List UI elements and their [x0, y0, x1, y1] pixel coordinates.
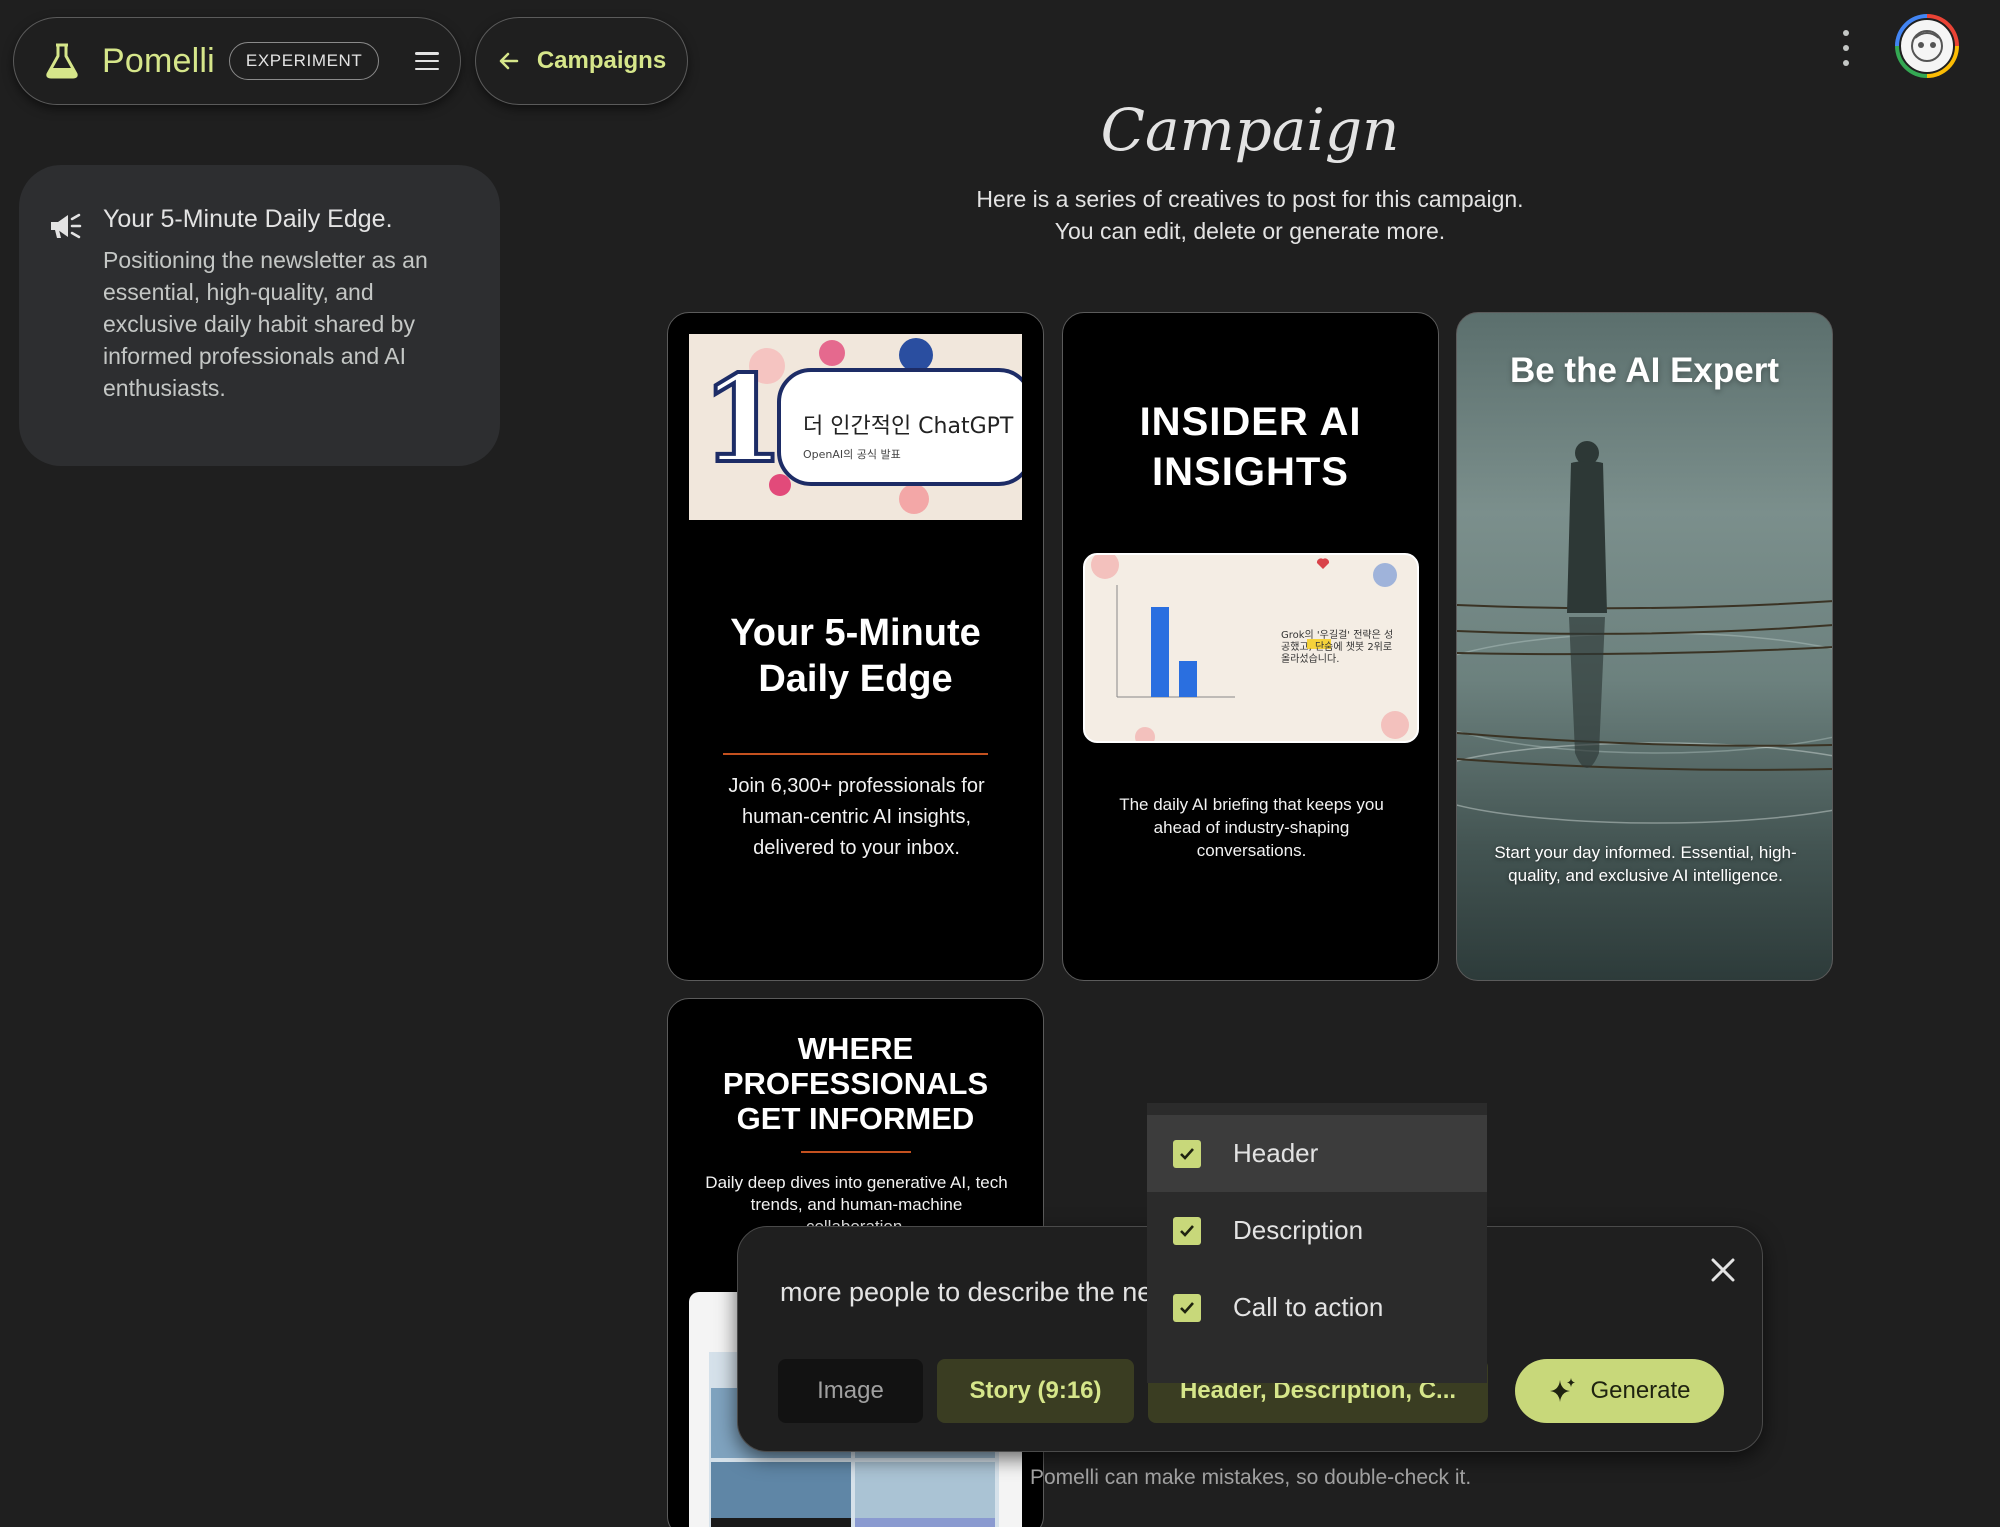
generate-button[interactable]: Generate [1515, 1359, 1724, 1423]
flask-icon [46, 43, 78, 79]
dropdown-label: Call to action [1233, 1292, 1384, 1322]
campaign-theme-card: Your 5-Minute Daily Edge. Positioning th… [19, 165, 500, 466]
thumbnail-subtitle: OpenAI의 공식 발표 [803, 448, 901, 461]
dropdown-label: Header [1233, 1138, 1319, 1168]
generate-label: Generate [1590, 1377, 1691, 1404]
header-line: INSIGHTS [1152, 450, 1349, 494]
sparkle-icon [1550, 1378, 1576, 1402]
creative-card-1[interactable]: 1 더 인간적인 ChatGPT OpenAI의 공식 발표 Your 5-Mi… [667, 312, 1044, 981]
header-line: WHERE [797, 1031, 914, 1066]
page-subtitle: Here is a series of creatives to post fo… [900, 183, 1600, 247]
creative-3-header: Be the AI Expert [1509, 351, 1780, 390]
back-to-campaigns-button[interactable]: Campaigns [475, 17, 688, 105]
theme-description: Positioning the newsletter as an essenti… [103, 247, 428, 401]
dropdown-item-header[interactable]: Header [1147, 1115, 1487, 1192]
close-icon[interactable] [1706, 1253, 1740, 1287]
creative-2-thumbnail: Grok의 '우길걸' 전략은 성공했고, 단숨에 챗봇 2위로 올라섰습니다. [1083, 553, 1419, 743]
creative-1-thumbnail: 1 더 인간적인 ChatGPT OpenAI의 공식 발표 [689, 334, 1022, 520]
creative-3-body: Start your day informed. Essential, high… [1494, 843, 1797, 885]
divider [723, 753, 988, 755]
subtitle-line-2: You can edit, delete or generate more. [1054, 218, 1446, 244]
creative-1-header: Your 5-Minute Daily Edge [668, 610, 1043, 702]
creative-2-body: The daily AI briefing that keeps you ahe… [1119, 795, 1384, 860]
user-face-icon [1911, 30, 1943, 62]
fields-dropdown: Header Description Call to action [1147, 1103, 1487, 1383]
header-line: INSIDER AI [1139, 400, 1362, 444]
disclaimer: Pomelli can make mistakes, so double-che… [1030, 1466, 1472, 1489]
header-line: GET INFORMED [736, 1101, 975, 1136]
back-label: Campaigns [536, 47, 667, 74]
format-story-chip[interactable]: Story (9:16) [937, 1359, 1134, 1423]
dropdown-item-description[interactable]: Description [1147, 1192, 1487, 1269]
thumbnail-note: Grok의 '우길걸' 전략은 성공했고, 단숨에 챗봇 2위로 올라섰습니다. [1281, 630, 1394, 665]
more-options-icon[interactable] [1836, 30, 1856, 66]
checkbox-checked-icon[interactable] [1173, 1139, 1201, 1168]
thumbnail-title-box: 더 인간적인 ChatGPT OpenAI의 공식 발표 [777, 368, 1022, 486]
creative-4-header: WHERE PROFESSIONALS GET INFORMED [668, 1031, 1043, 1136]
page-title: Campaign [1100, 96, 1400, 164]
arrow-left-icon [499, 52, 519, 70]
creative-card-3[interactable]: Be the AI Expert Start your day informed… [1456, 312, 1833, 981]
creative-2-header: INSIDER AI INSIGHTS [1063, 397, 1438, 497]
experiment-badge: EXPERIMENT [228, 42, 380, 80]
checkbox-checked-icon[interactable] [1173, 1293, 1201, 1322]
thumbnail-title: 더 인간적인 ChatGPT [803, 414, 1014, 439]
divider [801, 1151, 911, 1153]
menu-icon[interactable] [415, 52, 440, 70]
creative-1-body: Join 6,300+ professionals for human-cent… [728, 775, 985, 859]
header-line: Daily Edge [758, 658, 953, 700]
theme-title: Your 5-Minute Daily Edge. [103, 205, 393, 233]
brand-bar: Pomelli EXPERIMENT [13, 17, 461, 105]
checkbox-checked-icon[interactable] [1173, 1216, 1201, 1245]
header-line: PROFESSIONALS [722, 1066, 989, 1101]
thumbnail-number: 1 [699, 349, 786, 490]
creative-card-2[interactable]: INSIDER AI INSIGHTS Grok의 '우길걸' 전략은 성공했고… [1062, 312, 1439, 981]
subtitle-line-1: Here is a series of creatives to post fo… [976, 186, 1524, 212]
header-line: Your 5-Minute [730, 612, 981, 654]
megaphone-icon [51, 213, 82, 239]
prompt-input[interactable]: more people to describe the newsletter [780, 1277, 1160, 1308]
dropdown-label: Description [1233, 1215, 1364, 1245]
dropdown-item-call-to-action[interactable]: Call to action [1147, 1269, 1487, 1346]
brand-name: Pomelli [102, 41, 215, 80]
format-image-chip[interactable]: Image [778, 1359, 923, 1423]
avatar[interactable] [1895, 14, 1959, 78]
